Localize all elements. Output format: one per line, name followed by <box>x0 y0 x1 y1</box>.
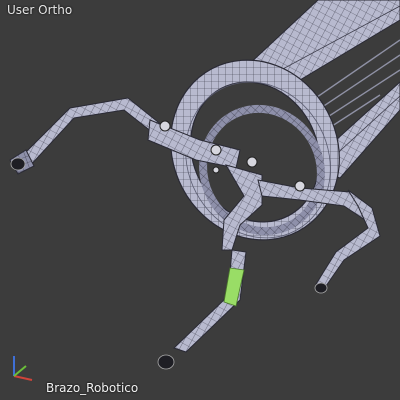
bolt <box>210 144 222 156</box>
3d-viewport[interactable]: User Ortho Brazo_Robotico <box>0 0 400 400</box>
bolt <box>246 156 258 168</box>
bolt <box>294 180 306 192</box>
axis-gizmo-icon <box>13 356 33 381</box>
mesh-scene[interactable] <box>0 0 400 400</box>
left-arm <box>9 97 169 175</box>
bolt <box>212 166 220 174</box>
lower-arm <box>157 249 247 370</box>
active-object-name: Brazo_Robotico <box>46 381 139 395</box>
bolt <box>159 120 171 132</box>
